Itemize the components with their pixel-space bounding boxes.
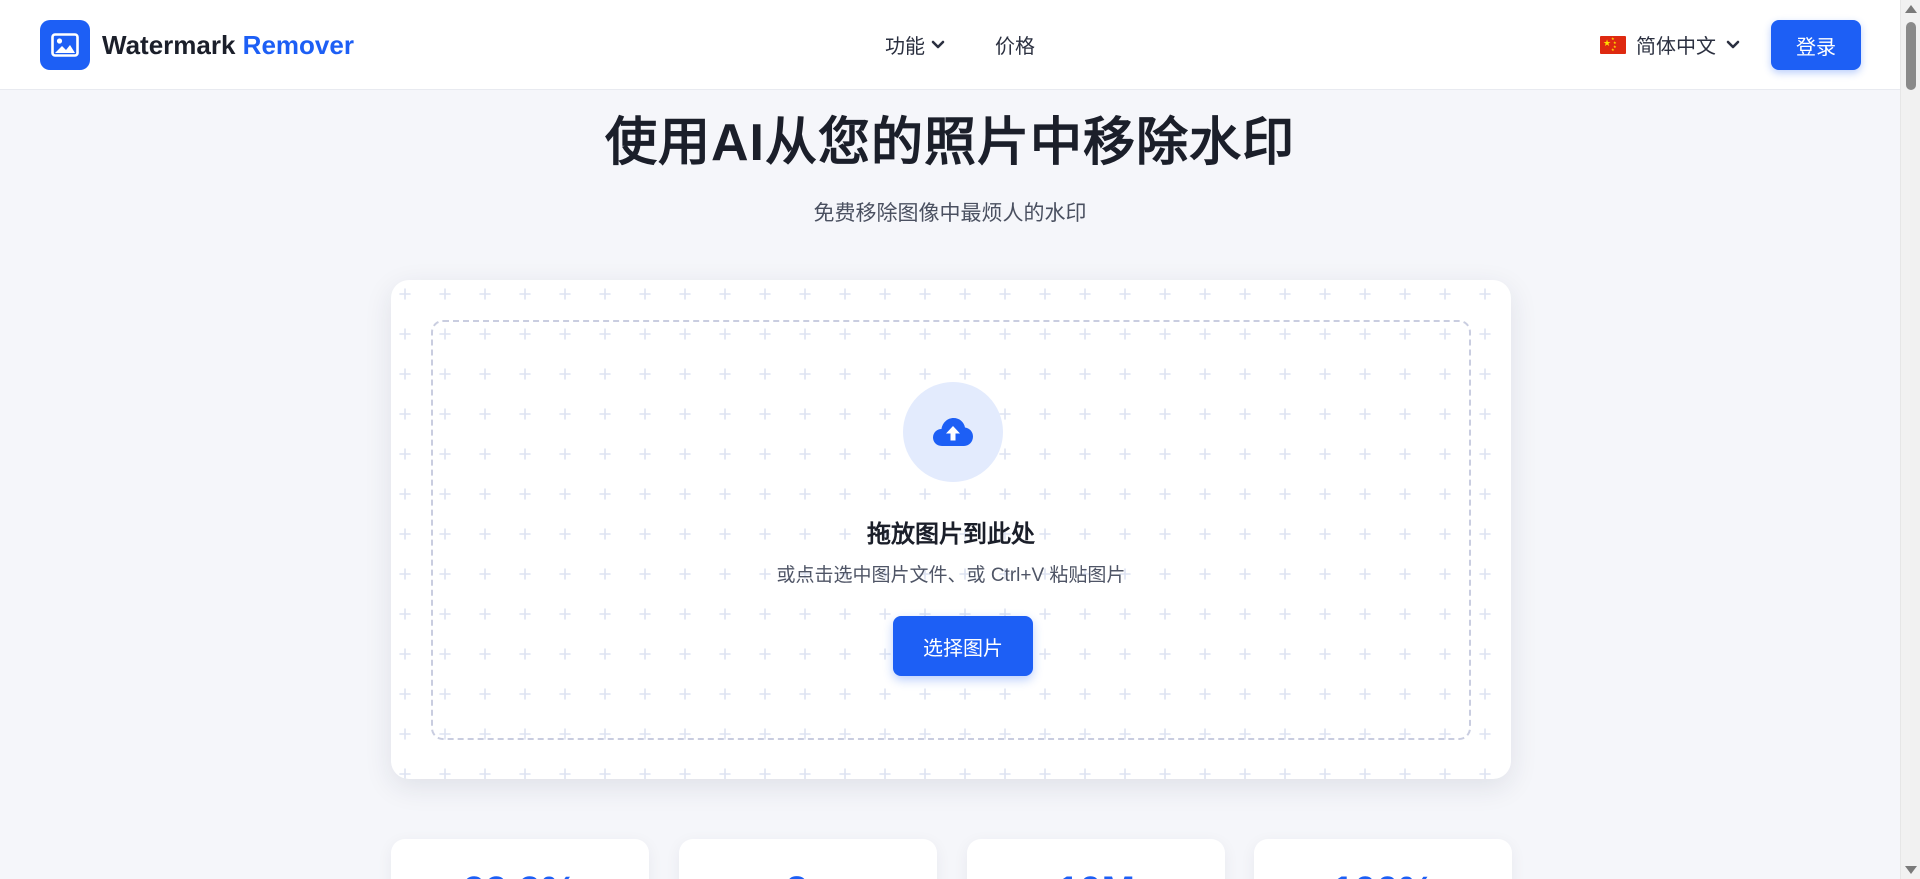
stat-value: 3s (679, 869, 937, 879)
scrollbar-thumb[interactable] (1906, 22, 1916, 90)
image-icon (40, 20, 90, 70)
dropzone-title: 拖放图片到此处 (867, 521, 1035, 548)
page-scrollbar[interactable] (1900, 0, 1920, 879)
nav-item-features[interactable]: 功能 (885, 30, 945, 59)
language-label: 简体中文 (1636, 36, 1716, 58)
nav-item-label: 价格 (995, 36, 1035, 58)
stat-card: 3s (679, 839, 937, 879)
upload-card: 拖放图片到此处 或点击选中图片文件、或 Ctrl+V 粘贴图片 选择图片 (391, 280, 1511, 779)
chevron-down-icon (931, 40, 945, 48)
image-dropzone[interactable]: 拖放图片到此处 或点击选中图片文件、或 Ctrl+V 粘贴图片 选择图片 (431, 320, 1471, 740)
stat-value: 10M (967, 869, 1225, 879)
brand-name-primary: Watermark (102, 29, 236, 60)
scroll-down-arrow-icon[interactable] (1905, 866, 1917, 874)
chevron-down-icon (1726, 40, 1740, 48)
top-navbar: Watermark Remover 功能 价格 ★ ★ ★ ★ ★ 简体中文 登… (0, 0, 1900, 90)
stat-value: 99.9% (391, 869, 649, 879)
main-nav: 功能 价格 (885, 30, 1035, 59)
language-selector[interactable]: ★ ★ ★ ★ ★ 简体中文 (1600, 30, 1740, 59)
login-button[interactable]: 登录 (1771, 20, 1861, 70)
cloud-upload-icon (933, 418, 973, 446)
stat-card: 10M (967, 839, 1225, 879)
page-subtitle: 免费移除图像中最烦人的水印 (813, 202, 1087, 225)
choose-image-button[interactable]: 选择图片 (893, 616, 1033, 676)
china-flag-icon: ★ ★ ★ ★ ★ (1600, 35, 1626, 54)
nav-item-pricing[interactable]: 价格 (995, 30, 1035, 59)
brand-logo[interactable]: Watermark Remover (40, 20, 354, 70)
brand-name-accent: Remover (242, 29, 354, 60)
stat-value: 100% (1254, 869, 1512, 879)
scroll-up-arrow-icon[interactable] (1905, 5, 1917, 13)
brand-name: Watermark Remover (102, 30, 354, 61)
upload-icon-circle (903, 382, 1003, 482)
page-title: 使用AI从您的照片中移除水印 (604, 114, 1295, 172)
stat-card: 100% (1254, 839, 1512, 879)
nav-item-label: 功能 (885, 36, 925, 58)
stat-card: 99.9% (391, 839, 649, 879)
dropzone-hint: 或点击选中图片文件、或 Ctrl+V 粘贴图片 (776, 565, 1126, 586)
